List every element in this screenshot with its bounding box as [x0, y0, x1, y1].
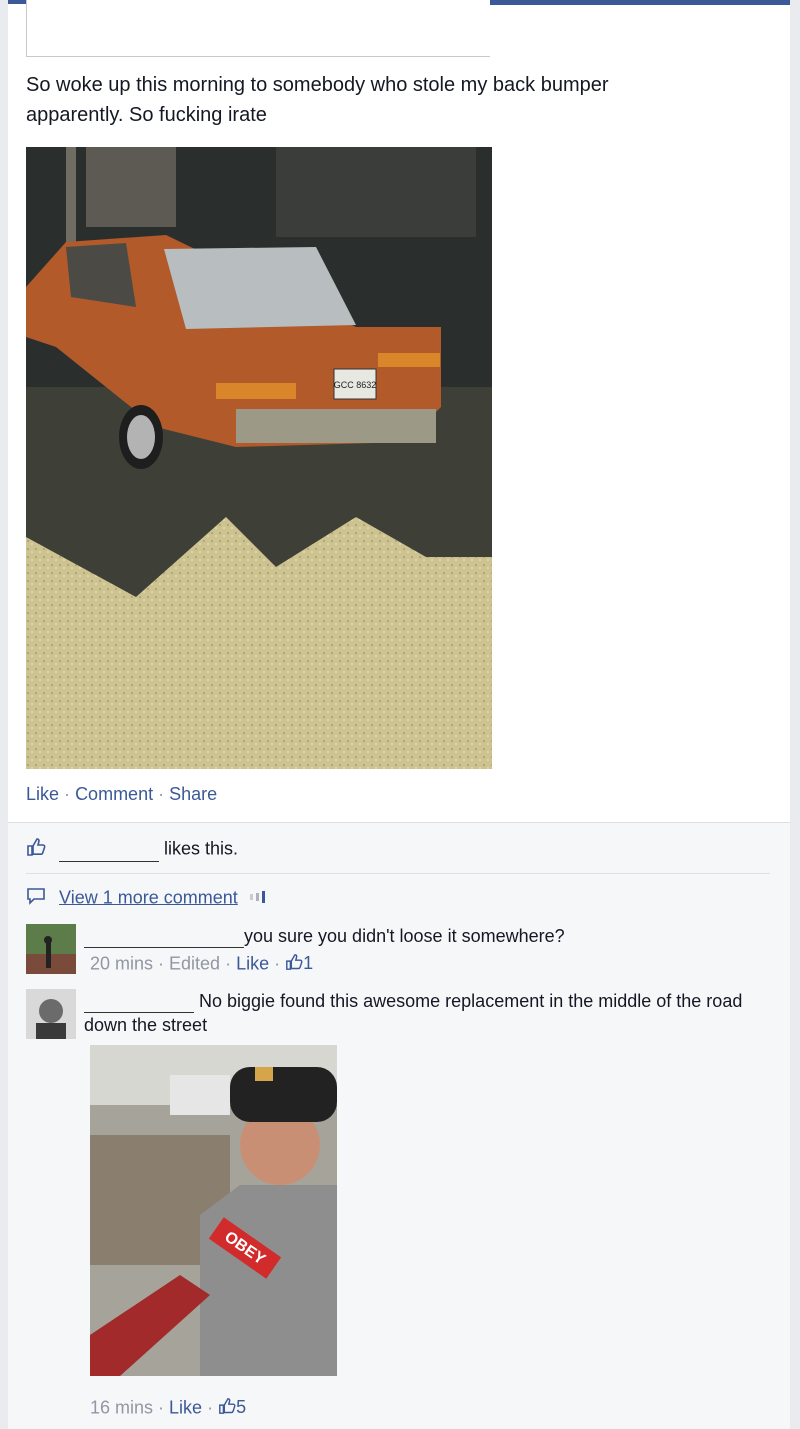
comment-time[interactable]: 20 mins: [90, 953, 153, 973]
comment-link[interactable]: Comment: [75, 784, 153, 804]
comment-2: No biggie found this awesome replacement…: [84, 989, 774, 1037]
separator: ·: [158, 784, 165, 804]
post-text: So woke up this morning to somebody who …: [26, 74, 609, 126]
post-card: So woke up this morning to somebody who …: [8, 0, 790, 1429]
thumbs-up-icon: [26, 837, 46, 862]
post-actions: Like · Comment · Share: [26, 784, 217, 805]
divider: [26, 873, 770, 874]
thumbs-up-icon: [285, 953, 303, 976]
feedback-section: likes this. View 1 more comment you sure…: [8, 822, 790, 1429]
comment-time[interactable]: 16 mins: [90, 1397, 153, 1417]
likes-row: likes this.: [26, 837, 238, 862]
comment-photo[interactable]: OBEY: [90, 1045, 337, 1376]
avatar[interactable]: [26, 924, 76, 974]
separator: ·: [64, 784, 71, 804]
comment-like-link[interactable]: Like: [169, 1397, 202, 1417]
redacted-author-box: [26, 0, 490, 57]
like-link[interactable]: Like: [26, 784, 59, 804]
header-bar: [490, 0, 790, 5]
loading-icon: [249, 888, 267, 909]
comment-like-count[interactable]: 5: [218, 1397, 246, 1417]
comment-text: you sure you didn't loose it somewhere?: [244, 926, 565, 946]
comment-1-meta: 20 mins · Edited · Like · 1: [90, 953, 313, 976]
redacted-name[interactable]: [59, 839, 160, 862]
comment-2-meta: 16 mins · Like · 5: [90, 1397, 246, 1420]
post-photo[interactable]: GCC 8632: [26, 147, 492, 769]
redacted-name[interactable]: [84, 925, 244, 948]
bumper-selfie-illustration: OBEY: [90, 1045, 337, 1376]
car-photo-illustration: GCC 8632: [26, 147, 492, 769]
edited-label[interactable]: Edited: [169, 953, 220, 973]
likes-text: likes this.: [164, 838, 239, 859]
like-count: 5: [236, 1397, 247, 1418]
thumbs-up-icon: [218, 1397, 236, 1420]
comment-1: you sure you didn't loose it somewhere?: [84, 924, 774, 948]
header-bar-left: [8, 0, 26, 4]
comment-like-count[interactable]: 1: [285, 953, 313, 973]
view-more-comments-link[interactable]: View 1 more comment: [59, 887, 238, 907]
avatar[interactable]: [26, 989, 76, 1039]
like-count: 1: [303, 953, 314, 974]
comment-like-link[interactable]: Like: [236, 953, 269, 973]
redacted-name[interactable]: [84, 990, 194, 1013]
share-link[interactable]: Share: [169, 784, 217, 804]
view-more-row: View 1 more comment: [26, 887, 267, 910]
license-plate: GCC 8632: [334, 380, 377, 390]
comment-bubble-icon: [26, 887, 46, 910]
